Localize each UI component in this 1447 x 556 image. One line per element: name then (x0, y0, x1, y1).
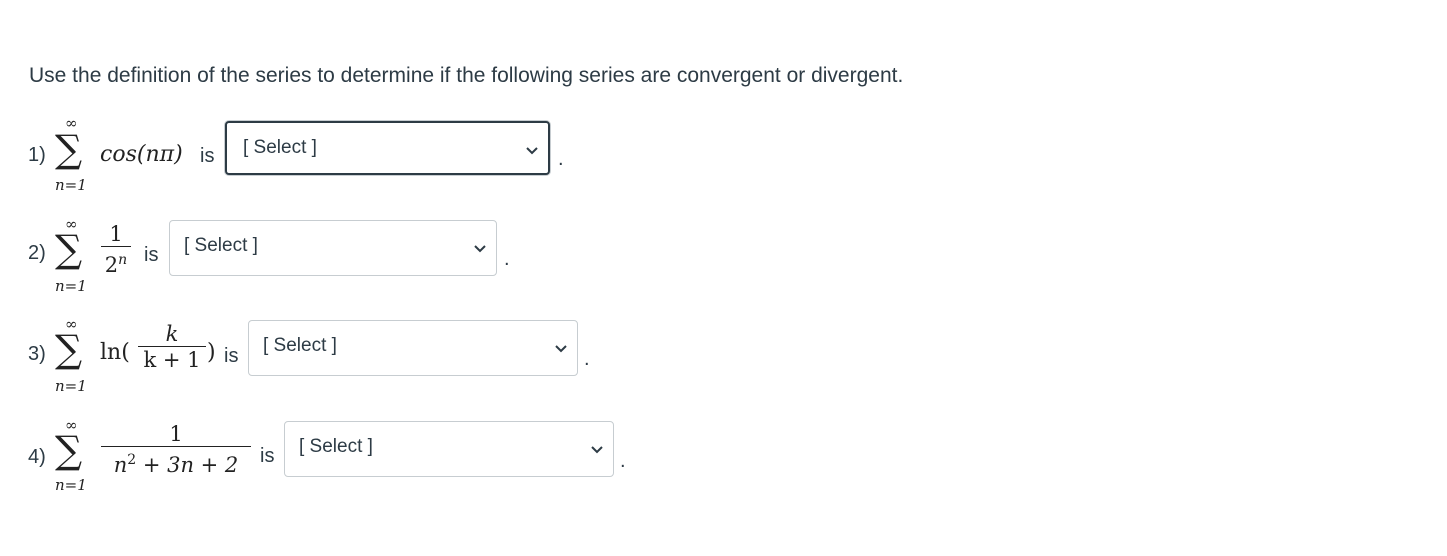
sigma-symbol: ∑ (55, 428, 83, 472)
question-2: 2) ∞ ∑ n=1 1 2n is [ Select ] . (28, 212, 628, 302)
sentence-end: . (620, 450, 626, 472)
answer-select-3[interactable]: [ Select ] (248, 320, 578, 376)
answer-select-1[interactable]: [ Select ] (225, 121, 550, 175)
is-label: is (144, 244, 159, 266)
is-label: is (200, 145, 215, 167)
is-label: is (224, 345, 239, 367)
series-fraction: 1 n2 + 3n + 2 (101, 422, 251, 478)
sum-lower-limit: n=1 (55, 476, 87, 494)
denominator-exponent: 2 (127, 452, 137, 468)
sigma-symbol: ∑ (55, 127, 83, 171)
fraction-denominator: n2 + 3n + 2 (101, 447, 251, 478)
denominator-rest: + 3n + 2 (136, 453, 239, 477)
sigma-symbol: ∑ (55, 227, 83, 271)
select-value: [ Select ] (263, 335, 337, 356)
question-1: 1) ∞ ∑ n=1 cos(nπ) is [ Select ] . (28, 112, 628, 202)
fraction-numerator: 1 (109, 222, 123, 246)
fraction-numerator: 1 (169, 422, 183, 446)
fraction-numerator: k (165, 322, 179, 346)
sum-lower-limit: n=1 (55, 277, 87, 295)
chevron-down-icon (591, 446, 603, 454)
denominator-n: n (113, 453, 128, 477)
log-function: ln( (100, 340, 130, 365)
select-value: [ Select ] (184, 235, 258, 256)
chevron-down-icon (555, 345, 567, 353)
fraction-denominator: 2n (101, 247, 131, 278)
question-3: 3) ∞ ∑ n=1 ln( k k + 1 ) is [ Select ] . (28, 312, 648, 402)
series-fraction: k k + 1 (138, 322, 206, 373)
sum-lower-limit: n=1 (55, 377, 87, 395)
question-number: 2) (28, 242, 46, 264)
chevron-down-icon (474, 245, 486, 253)
sentence-end: . (584, 348, 590, 370)
answer-select-2[interactable]: [ Select ] (169, 220, 497, 276)
sigma-symbol: ∑ (55, 327, 83, 371)
series-term: cos(nπ) (100, 142, 183, 167)
select-value: [ Select ] (299, 436, 373, 457)
sentence-end: . (504, 248, 510, 270)
series-fraction: 1 2n (101, 222, 131, 278)
is-label: is (260, 445, 275, 467)
select-value: [ Select ] (243, 137, 317, 158)
instruction-text: Use the definition of the series to dete… (29, 64, 904, 87)
question-number: 3) (28, 343, 46, 365)
fraction-denominator: k + 1 (143, 348, 201, 372)
denominator-exponent: n (118, 252, 128, 268)
question-4: 4) ∞ ∑ n=1 1 n2 + 3n + 2 is [ Select ] . (28, 412, 668, 502)
denominator-base: 2 (104, 253, 119, 277)
question-number: 4) (28, 446, 46, 468)
sum-lower-limit: n=1 (55, 176, 87, 194)
answer-select-4[interactable]: [ Select ] (284, 421, 614, 477)
question-number: 1) (28, 144, 46, 166)
sentence-end: . (558, 148, 564, 170)
log-close-paren: ) (207, 340, 216, 365)
chevron-down-icon (526, 147, 538, 155)
